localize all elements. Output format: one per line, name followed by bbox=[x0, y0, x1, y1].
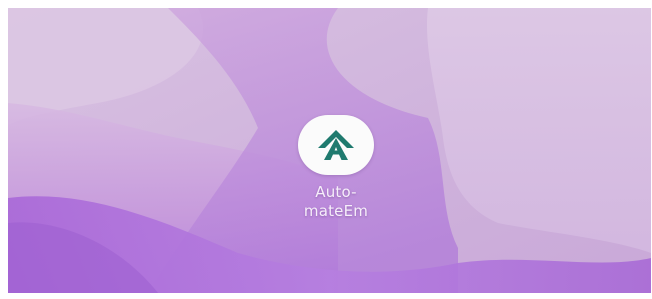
home-screen: Auto- mateEm bbox=[8, 8, 651, 293]
app-label-automateem[interactable]: Auto- mateEm bbox=[276, 183, 396, 221]
app-icon-automateem[interactable] bbox=[298, 115, 374, 175]
automateem-logo-icon bbox=[318, 130, 354, 160]
